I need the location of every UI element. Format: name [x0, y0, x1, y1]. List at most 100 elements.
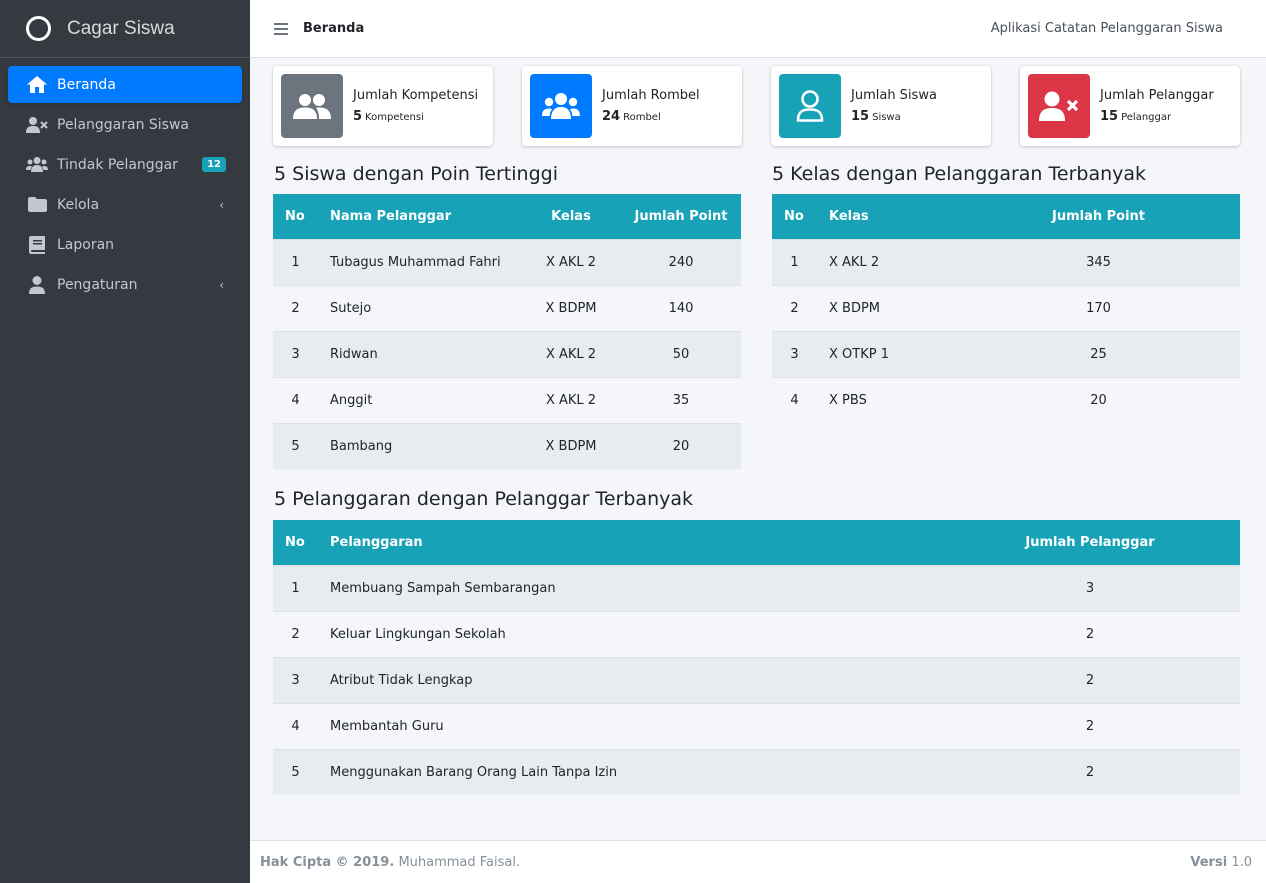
brand-logo-icon — [26, 16, 51, 41]
column-header: Kelas — [817, 194, 957, 239]
table-cell: 140 — [621, 284, 741, 331]
section-title-top-classes: 5 Kelas dengan Pelanggaran Terbanyak — [772, 163, 1147, 185]
table-cell: 3 — [772, 330, 817, 377]
sidebar-item-label: Laporan — [57, 236, 115, 253]
users-group-icon — [530, 74, 592, 138]
table-cell: Ridwan — [318, 330, 521, 377]
column-header: No — [772, 194, 817, 239]
table-cell: Menggunakan Barang Orang Lain Tanpa Izin — [318, 748, 940, 795]
table-row: 4 Anggit X AKL 2 35 — [273, 376, 741, 423]
brand-link[interactable]: Cagar Siswa — [0, 0, 250, 58]
users-icon — [26, 155, 48, 175]
footer-version: Versi 1.0 — [1190, 855, 1252, 870]
table-cell: X AKL 2 — [521, 330, 621, 377]
sidebar-nav: Beranda Pelanggaran Siswa Tindak Pelangg… — [0, 58, 250, 314]
table-cell: 3 — [273, 330, 318, 377]
sidebar-item-beranda[interactable]: Beranda — [8, 66, 242, 103]
sidebar-item-tindak-pelanggar[interactable]: Tindak Pelanggar 12 — [8, 146, 242, 183]
table-row: 5 Bambang X BDPM 20 — [273, 422, 741, 469]
column-header: Jumlah Point — [957, 194, 1240, 239]
table-cell: 4 — [273, 702, 318, 749]
home-icon — [26, 75, 48, 95]
table-header-row: No Pelanggaran Jumlah Pelanggar — [273, 520, 1240, 565]
table-cell: 240 — [621, 238, 741, 285]
table-cell: Sutejo — [318, 284, 521, 331]
table-cell: Atribut Tidak Lengkap — [318, 656, 940, 703]
table-cell: X AKL 2 — [521, 238, 621, 285]
table-header-row: No Nama Pelanggar Kelas Jumlah Point — [273, 194, 741, 239]
table-cell: X BDPM — [521, 284, 621, 331]
table-cell: X BDPM — [521, 422, 621, 469]
table-row: 3 Ridwan X AKL 2 50 — [273, 330, 741, 377]
table-cell: Anggit — [318, 376, 521, 423]
user-icon — [26, 275, 48, 295]
table-cell: 3 — [273, 656, 318, 703]
table-row: 2 Sutejo X BDPM 140 — [273, 284, 741, 331]
table-row: 1X AKL 2 345 — [772, 238, 1240, 285]
chevron-left-icon: ‹ — [219, 277, 224, 292]
table-row: 2X BDPM 170 — [772, 284, 1240, 331]
table-cell: 345 — [957, 238, 1240, 285]
info-box-title: Jumlah Rombel — [602, 88, 700, 103]
page-title: Beranda — [303, 21, 365, 36]
top-classes-table: No Kelas Jumlah Point 1X AKL 2 345 2X BDP… — [772, 194, 1240, 423]
table-cell: 2 — [940, 702, 1240, 749]
table-cell: 170 — [957, 284, 1240, 331]
table-cell: 2 — [772, 284, 817, 331]
info-box-kompetensi: Jumlah Kompetensi 5 Kompetensi — [273, 66, 493, 146]
table-cell: X BDPM — [817, 284, 957, 331]
sidebar-item-pelanggaran-siswa[interactable]: Pelanggaran Siswa — [8, 106, 242, 143]
info-box-unit: Siswa — [872, 112, 901, 123]
info-box-value: 5 — [353, 109, 363, 124]
table-cell: 1 — [273, 564, 318, 611]
table-row: 5 Menggunakan Barang Orang Lain Tanpa Izi… — [273, 748, 1240, 795]
top-students-table: No Nama Pelanggar Kelas Jumlah Point 1 Tu… — [273, 194, 741, 469]
table-cell: X PBS — [817, 376, 957, 423]
column-header: Jumlah Pelanggar — [940, 520, 1240, 565]
sidebar-item-label: Pengaturan — [57, 276, 138, 293]
table-cell: 4 — [772, 376, 817, 423]
info-box-unit: Rombel — [623, 112, 661, 123]
info-box-rombel: Jumlah Rombel 24 Rombel — [522, 66, 742, 146]
user-times-icon — [26, 115, 48, 135]
info-box-value: 15 — [851, 109, 870, 124]
table-row: 1 Membuang Sampah Sembarangan 3 — [273, 564, 1240, 611]
sidebar-item-kelola[interactable]: Kelola ‹ — [8, 186, 242, 223]
sidebar: Cagar Siswa Beranda Pelanggaran Siswa Ti… — [0, 0, 250, 883]
column-header: No — [273, 520, 318, 565]
table-row: 1 Tubagus Muhammad Fahri X AKL 2 240 — [273, 238, 741, 285]
table-cell: Tubagus Muhammad Fahri — [318, 238, 521, 285]
table-cell: Membantah Guru — [318, 702, 940, 749]
sidebar-item-label: Tindak Pelanggar — [57, 156, 178, 173]
table-row: 3X OTKP 1 25 — [772, 330, 1240, 377]
info-box-title: Jumlah Kompetensi — [353, 88, 479, 103]
info-box-pelanggar: Jumlah Pelanggar 15 Pelanggar — [1020, 66, 1240, 146]
footer-copyright: Hak Cipta © 2019. Muhammad Faisal. — [260, 855, 520, 870]
table-cell: Bambang — [318, 422, 521, 469]
column-header: Nama Pelanggar — [318, 194, 521, 239]
table-header-row: No Kelas Jumlah Point — [772, 194, 1240, 239]
table-cell: X AKL 2 — [521, 376, 621, 423]
table-cell: 25 — [957, 330, 1240, 377]
sidebar-item-label: Kelola — [57, 196, 100, 213]
table-cell: Keluar Lingkungan Sekolah — [318, 610, 940, 657]
table-cell: 5 — [273, 422, 318, 469]
app-name: Aplikasi Catatan Pelanggaran Siswa — [990, 21, 1223, 36]
table-cell: 1 — [273, 238, 318, 285]
sidebar-item-label: Pelanggaran Siswa — [57, 116, 190, 133]
sidebar-item-badge: 12 — [202, 157, 226, 172]
page-footer: Hak Cipta © 2019. Muhammad Faisal. Versi… — [250, 840, 1266, 883]
user-times-icon — [1028, 74, 1090, 138]
table-cell: 20 — [957, 376, 1240, 423]
sidebar-item-laporan[interactable]: Laporan — [8, 226, 242, 263]
sidebar-item-pengaturan[interactable]: Pengaturan ‹ — [8, 266, 242, 303]
menu-toggle-icon[interactable] — [274, 22, 288, 35]
column-header: No — [273, 194, 318, 239]
info-box-siswa: Jumlah Siswa 15 Siswa — [771, 66, 991, 146]
table-cell: 2 — [940, 610, 1240, 657]
table-row: 4 Membantah Guru 2 — [273, 702, 1240, 749]
user-icon — [779, 74, 841, 138]
table-cell: 35 — [621, 376, 741, 423]
top-navbar: Beranda Aplikasi Catatan Pelanggaran Sis… — [250, 0, 1266, 58]
table-row: 2 Keluar Lingkungan Sekolah 2 — [273, 610, 1240, 657]
